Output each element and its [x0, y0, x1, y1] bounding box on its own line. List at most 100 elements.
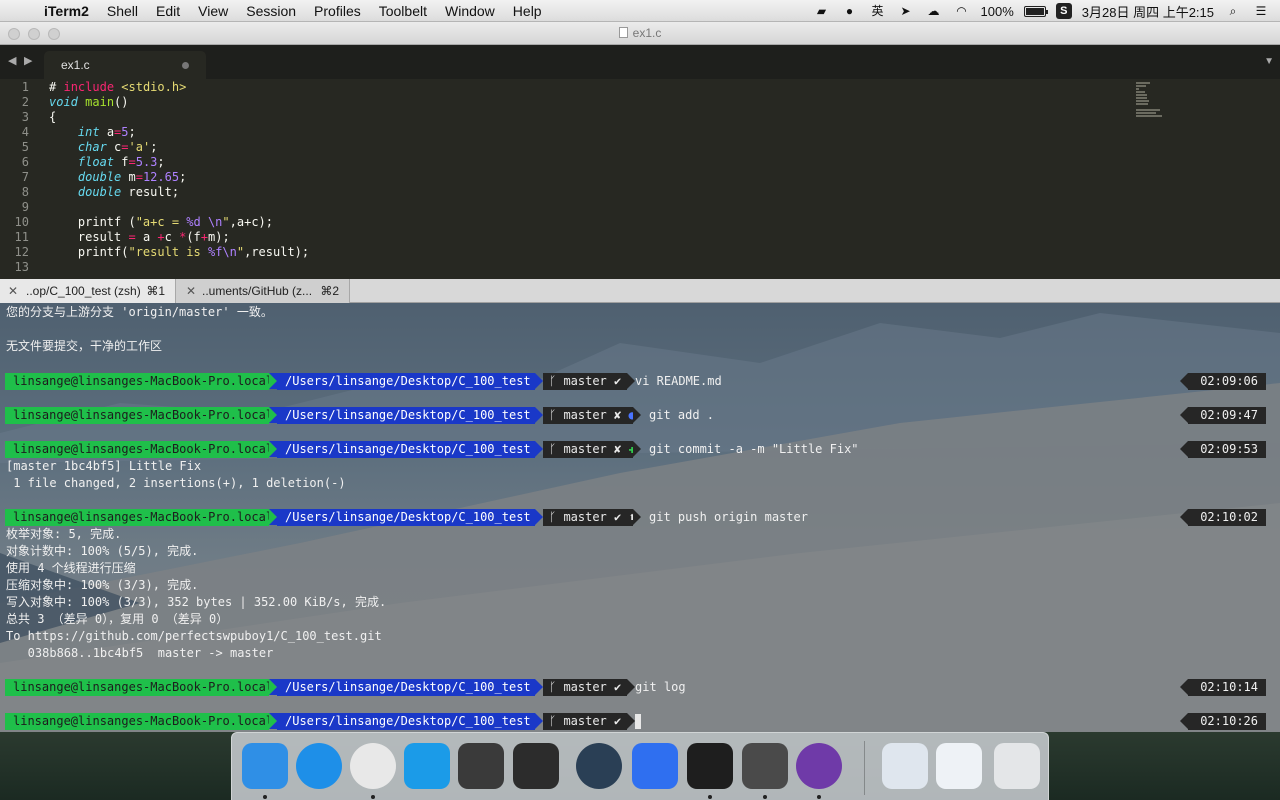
- output-line: 1 file changed, 2 insertions(+), 1 delet…: [0, 475, 1280, 492]
- editor-tab-bar: ◀ ▶ ex1.c ▼: [0, 45, 1280, 79]
- battery-icon[interactable]: [1023, 5, 1048, 17]
- menu-shell[interactable]: Shell: [107, 3, 138, 19]
- prompt-path-segment: /Users/linsange/Desktop/C_100_test: [269, 713, 543, 730]
- git-status-mark: ✔: [614, 510, 622, 524]
- code-token: main: [85, 95, 115, 109]
- close-tab-icon[interactable]: ✕: [186, 279, 196, 303]
- menu-window[interactable]: Window: [445, 3, 495, 19]
- prompt-timestamp: 02:10:26: [1180, 713, 1266, 730]
- chat-bubble-icon[interactable]: ▰: [813, 4, 831, 18]
- cloud-icon[interactable]: ☁: [925, 4, 943, 18]
- code-editor: ◀ ▶ ex1.c ▼ 1 # include <stdio.h> 2 void m…: [0, 45, 1280, 279]
- menu-view[interactable]: View: [198, 3, 228, 19]
- quicktime-icon[interactable]: [576, 743, 622, 789]
- code-line: 2 void main(): [0, 95, 1280, 110]
- menu-profiles[interactable]: Profiles: [314, 3, 361, 19]
- code-token: ;: [150, 140, 158, 154]
- code-token: ": [222, 215, 230, 229]
- chrome-icon[interactable]: [350, 743, 396, 789]
- code-token: #: [49, 80, 57, 94]
- prompt-line: linsange@linsanges-MacBook-Pro.local /Us…: [0, 373, 1280, 390]
- terminal-tab-1[interactable]: ✕ ..op/C_100_test (zsh) ⌘1: [0, 279, 176, 303]
- unsaved-dot-icon[interactable]: [182, 62, 189, 69]
- running-indicator: [371, 795, 375, 799]
- clock[interactable]: 3月28日 周四 上午2:15: [1082, 2, 1214, 21]
- command-text: git push origin master: [649, 510, 808, 524]
- code-line: 10 printf ("a+c = %d \n",a+c);: [0, 215, 1280, 230]
- text-cursor[interactable]: [635, 714, 641, 729]
- code-token: <stdio.h>: [121, 80, 187, 94]
- prompt-path-segment: /Users/linsange/Desktop/C_100_test: [269, 407, 543, 424]
- prompt-line: linsange@linsanges-MacBook-Pro.local /Us…: [0, 407, 1280, 424]
- code-token: %f: [207, 245, 223, 259]
- preview-docs-icon[interactable]: [882, 743, 928, 789]
- menu-help[interactable]: Help: [513, 3, 542, 19]
- code-line: 8 double result;: [0, 185, 1280, 200]
- running-indicator: [817, 795, 821, 799]
- spotlight-search-icon[interactable]: ⌕: [1224, 4, 1242, 18]
- document-icon: [618, 27, 628, 38]
- output-text: To https://github.com/perfectswpuboy1/C_…: [6, 629, 382, 643]
- line-number: 12: [14, 245, 29, 259]
- safari-icon[interactable]: [296, 743, 342, 789]
- minimap[interactable]: [1136, 82, 1170, 117]
- code-area[interactable]: 1 # include <stdio.h> 2 void main() 3{ 4 i…: [0, 80, 1280, 275]
- line-number: 2: [21, 95, 29, 109]
- output-line: [master 1bc4bf5] Little Fix: [0, 458, 1280, 475]
- output-line: 总共 3 （差异 0），复用 0 （差异 0）: [0, 611, 1280, 628]
- git-status-mark: ✔: [614, 714, 622, 728]
- microphone-icon[interactable]: ●: [841, 4, 859, 18]
- prompt-timestamp: 02:10:02: [1180, 509, 1266, 526]
- terminal-icon[interactable]: [687, 743, 733, 789]
- send-icon[interactable]: ➤: [897, 4, 915, 18]
- evernote-icon[interactable]: [458, 743, 504, 789]
- input-method-indicator[interactable]: 英: [869, 4, 887, 18]
- code-token: ,result);: [244, 245, 310, 259]
- line-number: 11: [14, 230, 29, 244]
- notification-center-icon[interactable]: ☰: [1252, 4, 1270, 18]
- prompt-line: linsange@linsanges-MacBook-Pro.local /Us…: [0, 441, 1280, 458]
- line-number: 5: [21, 140, 29, 154]
- app-5-icon[interactable]: [404, 743, 450, 789]
- wps-icon[interactable]: [632, 743, 678, 789]
- code-token: m: [121, 170, 136, 184]
- output-text: 无文件要提交，干净的工作区: [6, 339, 163, 353]
- code-token: 5.3: [135, 155, 158, 169]
- menu-edit[interactable]: Edit: [156, 3, 180, 19]
- menu-session[interactable]: Session: [246, 3, 296, 19]
- branch-name: master: [563, 680, 607, 694]
- code-token: =: [128, 155, 136, 169]
- prompt-user-segment: linsange@linsanges-MacBook-Pro.local: [5, 407, 277, 424]
- sublime-text-icon[interactable]: [742, 743, 788, 789]
- battery-percent[interactable]: 100%: [981, 4, 1014, 19]
- branch-icon: ᚴ: [549, 680, 557, 694]
- editor-tab-ex1c[interactable]: ex1.c: [44, 51, 206, 79]
- wifi-icon[interactable]: ◠: [953, 4, 971, 18]
- prompt-user-segment: linsange@linsanges-MacBook-Pro.local: [5, 441, 277, 458]
- close-tab-icon[interactable]: ✕: [8, 279, 18, 303]
- code-token: =: [135, 170, 143, 184]
- code-token: ;: [179, 170, 187, 184]
- screenshot-github-icon[interactable]: [936, 743, 982, 789]
- forward-arrow-icon[interactable]: ▶: [24, 54, 32, 67]
- finder-icon[interactable]: [242, 743, 288, 789]
- gmail-app-icon[interactable]: [513, 743, 559, 789]
- branch-name: master: [563, 374, 607, 388]
- terminal-session[interactable]: 您的分支与上游分支 'origin/master' 一致。 无文件要提交，干净的…: [0, 303, 1280, 732]
- tab-dropdown-icon[interactable]: ▼: [1264, 56, 1274, 67]
- window-title: ex1.c: [0, 26, 1280, 40]
- back-arrow-icon[interactable]: ◀: [8, 54, 16, 67]
- line-number: 3: [21, 110, 29, 124]
- terminal-tab-title: ..uments/GitHub (z...: [202, 284, 313, 298]
- line-number: 1: [21, 80, 29, 94]
- github-desktop-icon[interactable]: [796, 743, 842, 789]
- dock-separator: [864, 741, 865, 795]
- trash-icon[interactable]: [994, 743, 1040, 789]
- menu-app-name[interactable]: iTerm2: [44, 3, 89, 19]
- menu-toolbelt[interactable]: Toolbelt: [379, 3, 427, 19]
- output-text: 使用 4 个线程进行压缩: [6, 561, 136, 575]
- sogou-input-icon[interactable]: S: [1055, 3, 1072, 19]
- code-line: 5 char c='a';: [0, 140, 1280, 155]
- terminal-tab-2[interactable]: ✕ ..uments/GitHub (z... ⌘2: [176, 279, 350, 303]
- output-line: 写入对象中: 100% (3/3), 352 bytes | 352.00 Ki…: [0, 594, 1280, 611]
